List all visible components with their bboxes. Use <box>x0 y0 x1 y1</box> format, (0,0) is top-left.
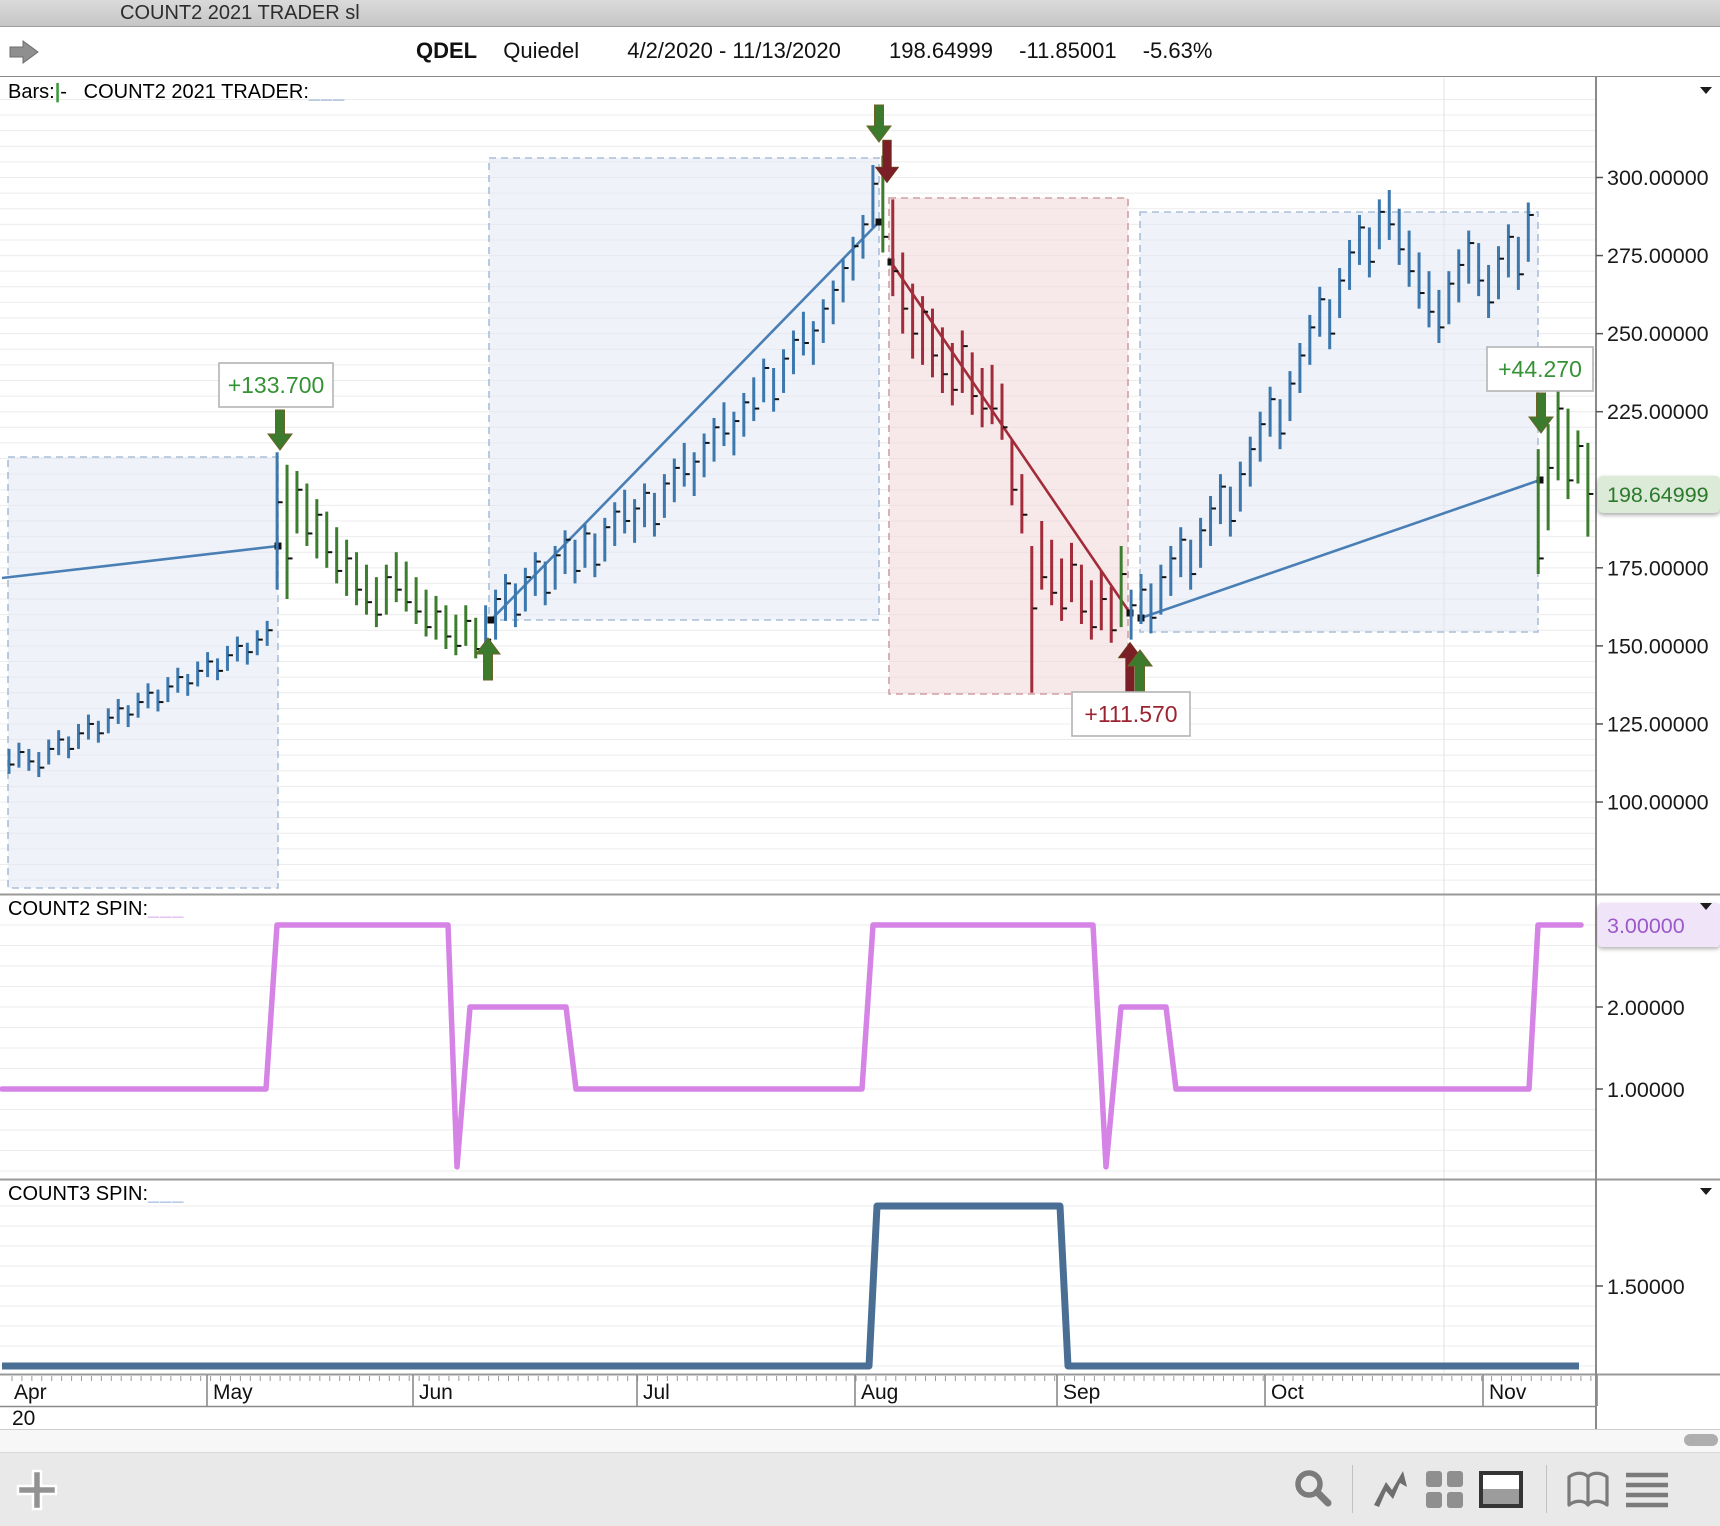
month-axis-label: Oct <box>1271 1381 1304 1404</box>
company-name: Quiedel <box>503 38 580 63</box>
bars-label: Bars: <box>8 81 55 103</box>
study-value-blank: ___ <box>308 81 346 103</box>
scrollbar-thumb[interactable] <box>1684 1434 1718 1446</box>
month-axis-label: May <box>213 1381 253 1404</box>
month-axis-label: Nov <box>1489 1381 1527 1404</box>
crosshair-plus-icon[interactable] <box>16 1469 60 1513</box>
chart-canvas[interactable]: +133.700 +111.570 +44.270 300.00000 275.0000… <box>0 77 1720 1430</box>
price-axis-label: 175.00000 <box>1607 556 1709 580</box>
svg-text:198.64999: 198.64999 <box>1607 483 1709 507</box>
bottom-toolbar <box>0 1453 1720 1526</box>
chart-area[interactable]: +133.700 +111.570 +44.270 300.00000 275.0000… <box>0 77 1720 1504</box>
count2-axis-label: 1.00000 <box>1607 1078 1685 1102</box>
price-change: -11.85001 <box>1019 38 1117 63</box>
layout-grid-icon[interactable] <box>1424 1469 1466 1511</box>
profit-label: +44.270 <box>1486 346 1594 392</box>
book-icon[interactable] <box>1566 1469 1612 1511</box>
count3-spin-blank: ___ <box>148 1183 185 1205</box>
price-axis-label: 300.00000 <box>1607 166 1709 190</box>
month-axis-label: Jun <box>419 1381 453 1404</box>
main-pane-label[interactable]: Bars:|- COUNT2 2021 TRADER:___ <box>8 81 345 104</box>
count3-spin-label: COUNT3 SPIN: <box>8 1183 149 1205</box>
forward-arrow-icon[interactable] <box>8 39 42 65</box>
count2-pane-label[interactable]: COUNT2 SPIN:___ <box>8 898 184 921</box>
month-axis-label: Apr <box>14 1381 47 1404</box>
bar-type-dash: - <box>60 81 67 103</box>
count3-axis-label: 1.50000 <box>1607 1275 1685 1299</box>
scrollbar-track[interactable] <box>0 1430 1720 1453</box>
price-bolt-icon[interactable] <box>1372 1469 1414 1511</box>
svg-text:+133.700: +133.700 <box>228 372 325 398</box>
count2-current-value-label: 3.00000 <box>1598 903 1720 947</box>
count2-axis-label: 2.00000 <box>1607 996 1685 1020</box>
window-title-bar[interactable]: COUNT2 2021 TRADER sl <box>0 0 1720 27</box>
study-label-count2-trader[interactable]: COUNT2 2021 TRADER: <box>84 81 309 103</box>
count2-spin-label: COUNT2 SPIN: <box>8 898 149 920</box>
menu-lines-icon[interactable] <box>1624 1469 1670 1511</box>
quote-summary: QDEL Quiedel 4/2/2020 - 11/13/2020 198.6… <box>416 38 1232 64</box>
profit-label: +111.570 <box>1071 691 1191 737</box>
symbol: QDEL <box>416 38 478 63</box>
search-icon[interactable] <box>1294 1469 1334 1511</box>
count3-pane-label[interactable]: COUNT3 SPIN:___ <box>8 1183 184 1206</box>
month-axis-label: Sep <box>1063 1381 1100 1404</box>
price-axis-label: 225.00000 <box>1607 400 1709 424</box>
svg-text:+44.270: +44.270 <box>1498 356 1582 382</box>
toolbar-divider <box>1352 1465 1353 1513</box>
svg-text:3.00000: 3.00000 <box>1607 914 1685 938</box>
last-price: 198.64999 <box>889 38 994 63</box>
month-axis-label: Jul <box>643 1381 670 1404</box>
toolbar-divider <box>1546 1465 1547 1513</box>
last-price-axis-label: 198.64999 <box>1598 475 1720 513</box>
price-change-pct: -5.63% <box>1142 38 1213 63</box>
panel-split-icon[interactable] <box>1478 1469 1524 1511</box>
quote-header: QDEL Quiedel 4/2/2020 - 11/13/2020 198.6… <box>0 27 1720 77</box>
price-axis-label: 150.00000 <box>1607 634 1709 658</box>
price-axis-label: 275.00000 <box>1607 244 1709 268</box>
window-title: COUNT2 2021 TRADER sl <box>120 2 360 24</box>
svg-text:+111.570: +111.570 <box>1084 701 1177 727</box>
profit-label: +133.700 <box>218 362 334 408</box>
price-axis-label: 100.00000 <box>1607 791 1709 815</box>
count2-spin-blank: ___ <box>148 898 185 920</box>
year-axis-label: 20 <box>12 1407 35 1430</box>
price-axis-label: 250.00000 <box>1607 322 1709 346</box>
date-range: 4/2/2020 - 11/13/2020 <box>627 38 841 63</box>
month-axis-label: Aug <box>861 1381 898 1404</box>
price-axis-label: 125.00000 <box>1607 712 1709 736</box>
